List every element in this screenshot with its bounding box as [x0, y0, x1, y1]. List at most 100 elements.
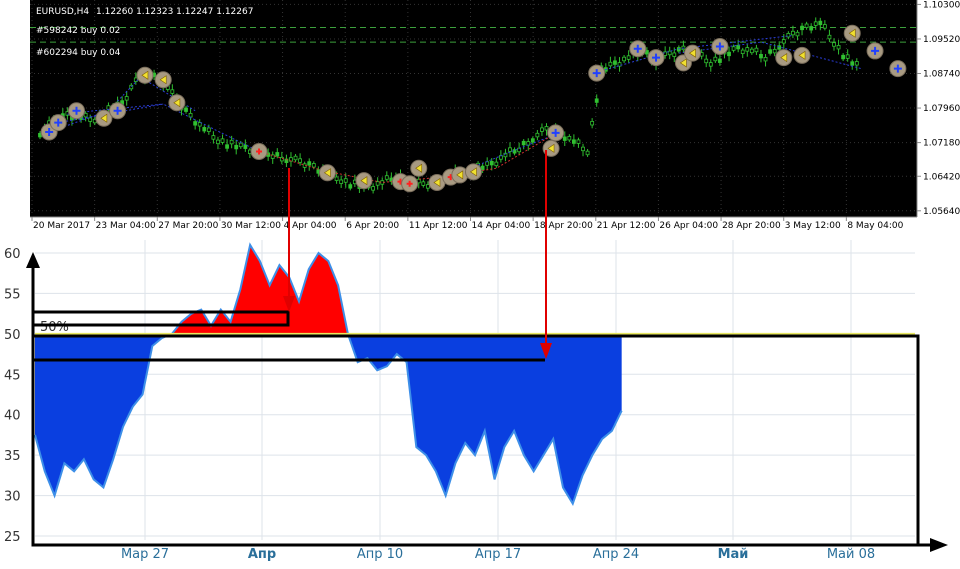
price-candle-body — [718, 58, 722, 63]
price-candle-body — [567, 135, 572, 141]
price-candle-body — [339, 179, 344, 184]
price-candle-body — [83, 112, 88, 118]
price-ytick-label: 1.08740 — [923, 70, 960, 80]
price-candle-body — [494, 161, 499, 167]
price-candle-body — [170, 89, 175, 94]
price-candle-body — [238, 142, 243, 148]
price-candle-body — [243, 144, 248, 149]
price-candle-body — [124, 96, 129, 101]
price-xtick-label: 14 Apr 04:00 — [472, 221, 531, 231]
price-ytick-label: 1.09520 — [923, 35, 960, 45]
price-chart: 1.10300 1.09520 1.08740 1.07960 1.07180 1.064… — [30, 0, 960, 231]
price-candle-body — [781, 39, 786, 44]
price-candle-body — [845, 54, 850, 59]
price-ytick-label: 1.07960 — [923, 104, 960, 114]
price-xtick-label: 18 Apr 20:00 — [534, 221, 593, 231]
price-candle-body — [772, 48, 777, 54]
price-candle-body — [585, 150, 590, 156]
price-candle-body — [571, 139, 576, 144]
price-candle-body — [371, 186, 376, 191]
price-candle-body — [540, 127, 544, 132]
price-candle-body — [836, 45, 841, 50]
price-candle-body — [759, 53, 763, 59]
price-candle-body — [740, 49, 745, 55]
price-xtick-label: 28 Apr 20:00 — [722, 221, 781, 231]
price-xtick-label: 27 Mar 20:00 — [158, 221, 218, 231]
price-candle-body — [581, 146, 585, 152]
price-candle-body — [809, 26, 814, 31]
price-candle-body — [791, 30, 795, 36]
price-candle-body — [708, 62, 713, 67]
price-candle-body — [521, 140, 526, 146]
price-xtick-label: 20 Mar 2017 — [33, 221, 90, 231]
price-candle-body — [216, 139, 220, 145]
price-xtick-label: 30 Mar 12:00 — [221, 221, 281, 231]
price-candle-body — [307, 161, 312, 166]
price-ytick-label: 1.06420 — [923, 172, 960, 182]
price-candle-body — [348, 184, 353, 189]
price-ytick-label: 1.05640 — [923, 207, 960, 217]
price-candle-body — [754, 47, 759, 53]
price-candle-body — [188, 113, 193, 118]
price-candle-body — [749, 48, 754, 54]
price-candle-body — [822, 24, 827, 29]
price-candle-body — [384, 175, 389, 180]
price-candle-body — [804, 23, 809, 28]
price-candle-body — [421, 181, 426, 186]
price-ytick-label: 1.07180 — [923, 139, 960, 149]
price-candle-body — [854, 61, 859, 66]
order-label-1: #598242 buy 0.02 — [36, 26, 120, 36]
price-candle-body — [375, 181, 380, 186]
price-xtick-label: 6 Apr 20:00 — [346, 221, 399, 231]
price-xtick-label: 8 May 04:00 — [847, 221, 903, 231]
price-ytick-label: 1.10300 — [923, 0, 960, 10]
price-candle-body — [206, 127, 211, 132]
price-candle-body — [626, 55, 631, 60]
price-candle-body — [225, 144, 229, 149]
price-candle-body — [731, 46, 736, 51]
price-candle-body — [672, 52, 677, 57]
price-candle-body — [293, 155, 298, 161]
price-candle-body — [800, 25, 804, 31]
price-candle-body — [704, 58, 709, 64]
price-chart-title: EURUSD,H4 — [36, 7, 89, 17]
price-candle-body — [229, 139, 234, 145]
price-candle-body — [613, 60, 617, 65]
price-candle-body — [193, 121, 198, 126]
price-candle-body — [425, 184, 430, 189]
price-candle-body — [608, 61, 613, 67]
price-candle-body — [745, 47, 750, 52]
price-candle-body — [88, 117, 93, 122]
price-candle-body — [517, 147, 522, 153]
price-candle-body — [768, 49, 773, 54]
price-candle-body — [184, 107, 188, 112]
price-chart-ohlc: 1.12260 1.12323 1.12247 1.12267 — [96, 7, 253, 17]
price-candle-body — [813, 21, 818, 26]
price-candle-body — [508, 147, 512, 152]
price-candle-body — [576, 139, 581, 144]
order-label-2: #602294 buy 0.04 — [36, 48, 121, 58]
price-candle-body — [334, 176, 339, 181]
price-candle-body — [275, 152, 280, 157]
price-candle-body — [298, 158, 303, 163]
price-candle-body — [530, 138, 535, 143]
price-xtick-label: 21 Apr 12:00 — [597, 221, 656, 231]
price-candle-body — [594, 98, 599, 103]
price-candle-body — [841, 54, 846, 60]
price-candle-body — [311, 163, 316, 168]
price-xtick-label: 4 Apr 04:00 — [284, 221, 337, 231]
price-candle-body — [220, 138, 225, 143]
price-candle-body — [832, 42, 836, 47]
price-candle-body — [818, 20, 823, 26]
price-candle-body — [667, 50, 672, 56]
price-xtick-label: 26 Apr 04:00 — [659, 221, 718, 231]
price-xtick-label: 23 Mar 04:00 — [96, 221, 156, 231]
price-candle-body — [489, 160, 494, 166]
price-candle-body — [713, 56, 718, 62]
price-candle-body — [562, 136, 567, 141]
price-candle-body — [279, 156, 284, 162]
price-candle-body — [544, 126, 549, 131]
price-candle-body — [727, 51, 731, 57]
price-candle-body — [202, 127, 207, 132]
price-candle-body — [343, 178, 348, 183]
